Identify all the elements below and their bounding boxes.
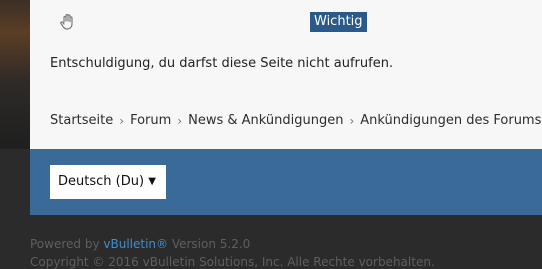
footer-bar: Deutsch (Du) ▼ [30,149,542,215]
background-image-edge [0,0,30,149]
language-select[interactable]: Deutsch (Du) ▼ [50,165,166,199]
breadcrumb-announcements-link[interactable]: Ankündigungen des Forums [360,113,541,128]
vbulletin-link[interactable]: vBulletin® [103,237,168,251]
breadcrumb-home-link[interactable]: Startseite [50,113,113,128]
breadcrumb-news-link[interactable]: News & Ankündigungen [188,113,343,128]
chevron-down-icon: ▼ [148,176,156,187]
language-select-value: Deutsch (Du) [58,174,145,189]
chevron-right-icon: › [349,113,355,128]
copyright: Copyright © 2016 vBulletin Solutions, In… [30,255,435,269]
important-badge: Wichtig [310,12,367,32]
powered-prefix: Powered by [30,237,104,251]
chevron-right-icon: › [119,113,125,128]
powered-by: Powered by vBulletin® Version 5.2.0 [30,237,250,251]
error-message: Entschuldigung, du darfst diese Seite ni… [50,56,394,71]
breadcrumb: Startseite › Forum › News & Ankündigunge… [50,113,541,128]
chevron-right-icon: › [177,113,183,128]
breadcrumb-forum-link[interactable]: Forum [130,113,171,128]
hand-stop-icon [58,12,78,32]
version-text: Version 5.2.0 [168,237,251,251]
notice-panel: Wichtig Entschuldigung, du darfst diese … [30,0,542,149]
